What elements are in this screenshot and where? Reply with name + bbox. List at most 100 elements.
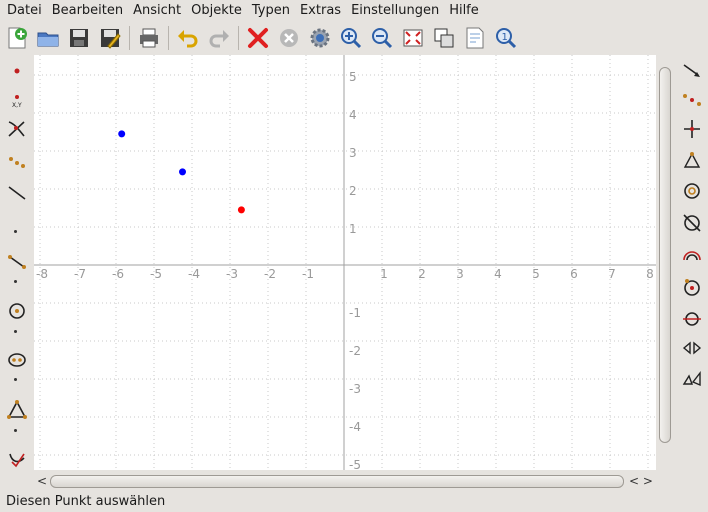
x-tick-label: -2 <box>264 267 276 281</box>
x-tick-label: 1 <box>380 267 388 281</box>
point-tool[interactable] <box>3 58 30 84</box>
drawing-canvas[interactable]: -8 -7 -6 -5 -4 -3 -2 -1 1 2 3 4 5 6 7 8 5 4 3 2 1 -1 -2 -3 -4 -5 <box>34 55 656 470</box>
triangle-tool[interactable] <box>678 148 705 174</box>
y-tick-label: 4 <box>349 108 357 122</box>
tangent-tool-icon <box>682 312 701 326</box>
view-icon <box>434 28 453 48</box>
svg-text:X,Y: X,Y <box>12 102 22 109</box>
x-tick-label: 8 <box>646 267 654 281</box>
polygon-tool[interactable] <box>3 397 30 423</box>
open-button[interactable] <box>34 24 61 52</box>
points-tool[interactable] <box>3 148 30 174</box>
open-folder-icon <box>37 32 58 47</box>
circle-center-tool[interactable] <box>678 178 705 204</box>
triangle-tool-icon <box>683 152 700 168</box>
x-tick-label: 7 <box>608 267 616 281</box>
point <box>237 206 245 214</box>
x-tick-label: 2 <box>418 267 426 281</box>
transform-tool[interactable] <box>3 446 30 472</box>
perpendicular-tool-icon <box>683 120 700 138</box>
main-toolbar: 1 <box>0 22 708 54</box>
tangent-tool[interactable] <box>678 306 705 332</box>
redo-icon <box>209 30 229 48</box>
arc-tool-icon <box>682 251 701 261</box>
settings-button[interactable] <box>306 24 333 52</box>
menu-datei[interactable]: Datei <box>2 0 47 21</box>
menu-ansicht[interactable]: Ansicht <box>128 0 186 21</box>
midpoint-tool[interactable] <box>678 86 705 112</box>
zoom-out-icon <box>371 28 392 49</box>
right-tool-bar <box>675 56 708 476</box>
circle-tool-icon <box>8 303 25 319</box>
circle-tool[interactable] <box>3 298 30 324</box>
svg-text:1: 1 <box>501 32 507 43</box>
zoom-select-icon: 1 <box>495 28 516 49</box>
line-tool-icon <box>8 186 25 200</box>
x-tick-label: 5 <box>532 267 540 281</box>
print-icon <box>139 28 158 48</box>
vector-tool[interactable] <box>678 58 705 84</box>
view-button[interactable] <box>430 24 457 52</box>
menu-bearbeiten[interactable]: Bearbeiten <box>47 0 128 21</box>
y-tick-label: 5 <box>349 70 357 84</box>
line-tool[interactable] <box>3 180 30 206</box>
zoom-in-button[interactable] <box>337 24 364 52</box>
x-tick-label: -8 <box>36 267 48 281</box>
settings-icon <box>310 28 329 48</box>
undo-button[interactable] <box>174 24 201 52</box>
redo-button[interactable] <box>205 24 232 52</box>
perpendicular-tool[interactable] <box>678 116 705 142</box>
y-tick-label: -3 <box>349 382 361 396</box>
conic-intersect-tool[interactable] <box>678 210 705 236</box>
menu-objekte[interactable]: Objekte <box>186 0 247 21</box>
x-tick-label: 4 <box>494 267 502 281</box>
delete-icon <box>247 28 268 48</box>
y-tick-label: -5 <box>349 458 361 470</box>
horizontal-scroll-thumb[interactable] <box>50 475 624 488</box>
horizontal-scrollbar[interactable]: < < > <box>34 472 656 490</box>
cancel-button[interactable] <box>275 24 302 52</box>
vertical-scrollbar[interactable] <box>656 55 673 470</box>
vertical-scroll-thumb[interactable] <box>659 67 671 443</box>
separator-dot <box>14 330 17 333</box>
x-tick-labels: -8 -7 -6 -5 -4 -3 -2 -1 1 2 3 4 5 6 7 8 <box>36 267 654 281</box>
properties-button[interactable] <box>461 24 488 52</box>
y-tick-labels: 5 4 3 2 1 -1 -2 -3 -4 -5 <box>349 70 361 470</box>
save-button[interactable] <box>65 24 92 52</box>
fit-to-page-button[interactable] <box>399 24 426 52</box>
scroll-arrows[interactable]: < > <box>628 475 654 487</box>
x-tick-label: -6 <box>112 267 124 281</box>
points <box>118 130 245 214</box>
x-tick-label: 3 <box>456 267 464 281</box>
conic-tool[interactable] <box>3 347 30 373</box>
arc-tool[interactable] <box>678 242 705 268</box>
intersection-tool-icon <box>7 121 25 137</box>
print-button[interactable] <box>135 24 162 52</box>
menu-typen[interactable]: Typen <box>247 0 295 21</box>
coordinate-point-tool[interactable]: X,Y <box>3 86 30 112</box>
segment-tool[interactable] <box>3 248 30 274</box>
transform-tool-icon <box>8 453 25 468</box>
save-as-button[interactable] <box>96 24 123 52</box>
scroll-left-arrow[interactable]: < <box>36 475 48 487</box>
x-tick-label: -7 <box>74 267 86 281</box>
delete-button[interactable] <box>244 24 271 52</box>
point <box>118 130 126 138</box>
zoom-select-button[interactable]: 1 <box>492 24 519 52</box>
intersection-tool[interactable] <box>3 116 30 142</box>
separator-dot <box>14 280 17 283</box>
mirror-tool[interactable] <box>678 336 705 362</box>
menu-einstellungen[interactable]: Einstellungen <box>346 0 444 21</box>
point-tool-icon <box>14 68 19 74</box>
menu-hilfe[interactable]: Hilfe <box>444 0 484 21</box>
toolbar-separator <box>168 26 169 50</box>
vector-tool-icon <box>683 64 700 77</box>
y-tick-label: -2 <box>349 344 361 358</box>
save-as-icon <box>100 29 121 49</box>
zoom-out-button[interactable] <box>368 24 395 52</box>
coordinate-point-tool-icon: X,Y <box>12 95 22 109</box>
new-document-button[interactable] <box>3 24 30 52</box>
menu-extras[interactable]: Extras <box>295 0 346 21</box>
circle-point-tool[interactable] <box>678 274 705 300</box>
projection-tool[interactable] <box>678 366 705 392</box>
